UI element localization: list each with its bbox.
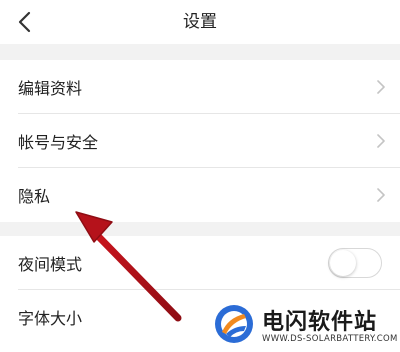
toggle-knob xyxy=(330,250,356,276)
chevron-right-icon xyxy=(377,134,385,148)
settings-item-label: 编辑资料 xyxy=(18,79,83,98)
settings-item-night-mode: 夜间模式 xyxy=(0,236,400,290)
settings-item-label: 夜间模式 xyxy=(18,255,83,274)
watermark-title: 电闪软件站 xyxy=(262,310,378,335)
watermark-url: WWW.DS-SOLARBATTERY.COM xyxy=(262,334,398,344)
settings-item-label: 字体大小 xyxy=(18,309,83,328)
settings-group-account: 编辑资料 帐号与安全 隐私 xyxy=(0,60,400,222)
settings-item-privacy[interactable]: 隐私 xyxy=(0,168,400,222)
chevron-right-icon xyxy=(377,188,385,202)
nav-header: 设置 xyxy=(0,0,400,44)
settings-item-edit-profile[interactable]: 编辑资料 xyxy=(0,60,400,114)
page-title: 设置 xyxy=(183,12,217,32)
night-mode-toggle[interactable] xyxy=(328,248,382,278)
chevron-right-icon xyxy=(377,80,385,94)
settings-item-label: 隐私 xyxy=(18,187,51,206)
settings-item-account-security[interactable]: 帐号与安全 xyxy=(0,114,400,168)
settings-item-label: 帐号与安全 xyxy=(18,133,99,152)
site-logo-icon xyxy=(215,305,253,343)
watermark: 电闪软件站 WWW.DS-SOLARBATTERY.COM xyxy=(200,298,400,352)
